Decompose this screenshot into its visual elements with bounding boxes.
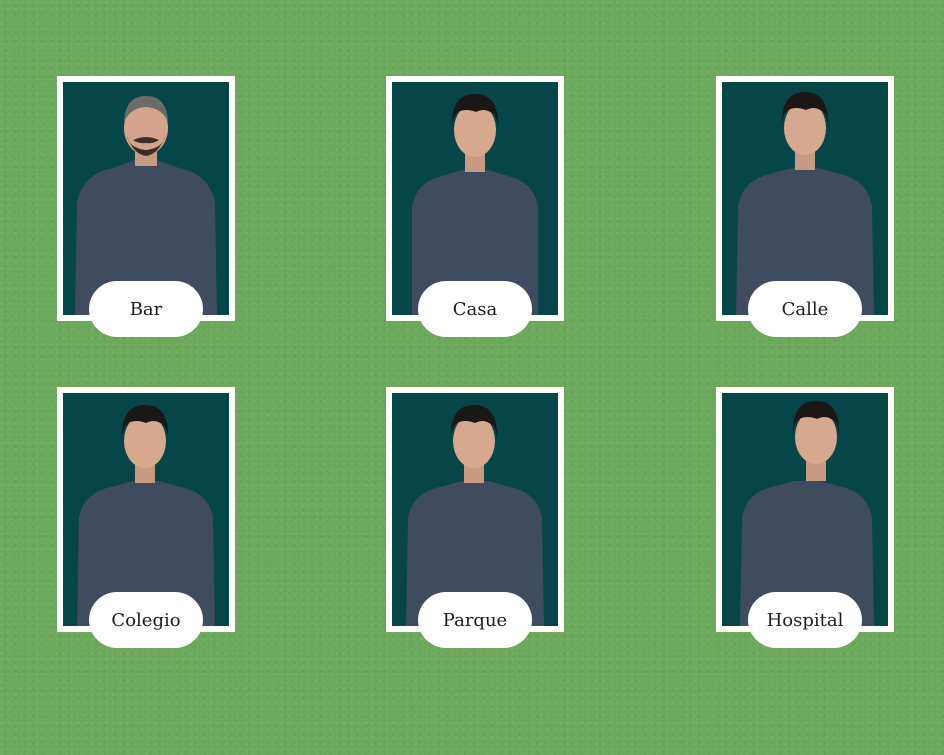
sign-label: Hospital bbox=[748, 592, 862, 648]
sign-label: Calle bbox=[748, 281, 862, 337]
sign-label: Parque bbox=[418, 592, 532, 648]
sign-card-casa[interactable]: Casa bbox=[386, 76, 564, 337]
sign-card-hospital[interactable]: Hospital bbox=[716, 387, 894, 648]
sign-card-parque[interactable]: Parque bbox=[386, 387, 564, 648]
sign-card-bar[interactable]: Bar bbox=[57, 76, 235, 337]
sign-card-calle[interactable]: Calle bbox=[716, 76, 894, 337]
sign-label: Colegio bbox=[89, 592, 203, 648]
sign-label: Casa bbox=[418, 281, 532, 337]
sign-label: Bar bbox=[89, 281, 203, 337]
sign-card-colegio[interactable]: Colegio bbox=[57, 387, 235, 648]
